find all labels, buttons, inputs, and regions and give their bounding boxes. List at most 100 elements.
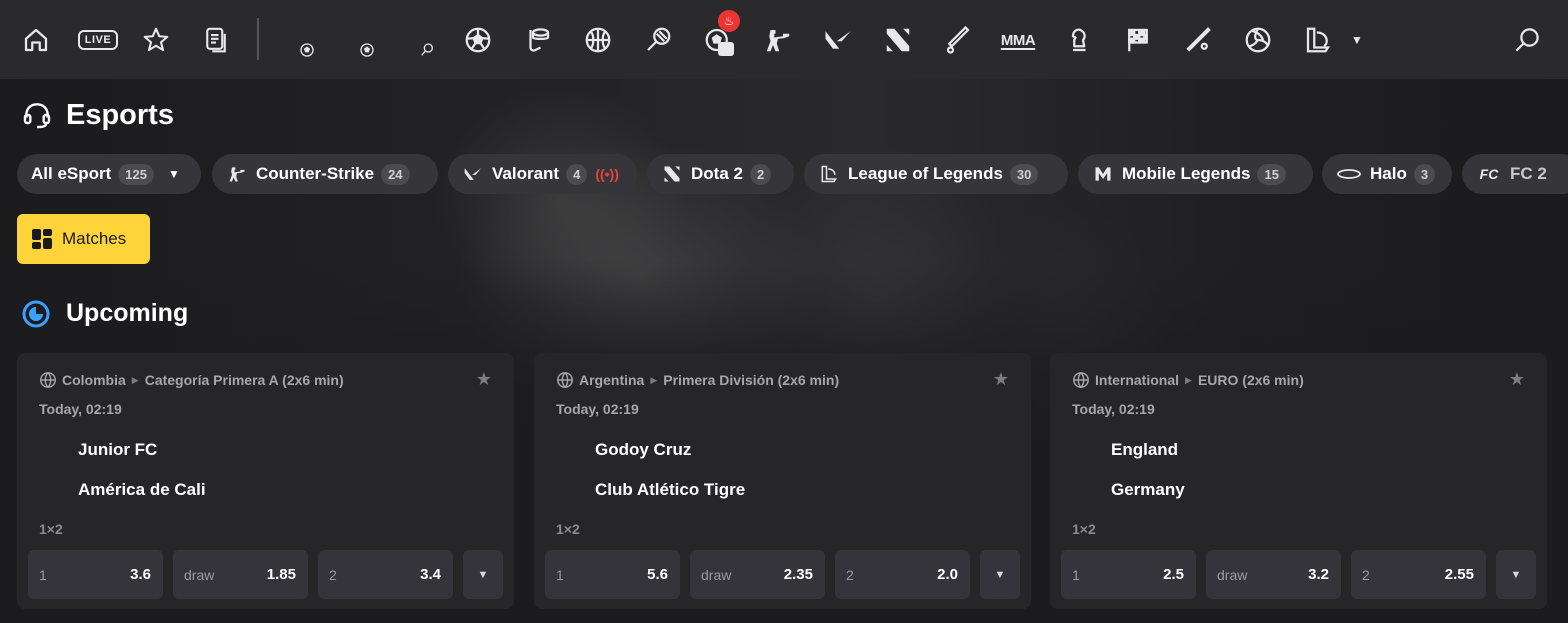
- nav-divider: [257, 18, 259, 60]
- live-label: LIVE: [77, 30, 119, 50]
- mma-icon[interactable]: MMA: [998, 20, 1038, 60]
- fc-icon: FC: [1479, 166, 1499, 182]
- matches-button-label: Matches: [62, 229, 127, 248]
- filter-mobile-legends[interactable]: Mobile Legends 15: [1078, 154, 1313, 194]
- odd-value: 3.2: [1308, 566, 1329, 583]
- odd-button-away[interactable]: 2 2.55: [1351, 550, 1486, 599]
- volleyball-icon[interactable]: [1240, 20, 1276, 60]
- baseball-icon[interactable]: [1180, 20, 1216, 60]
- odd-button-home[interactable]: 1 5.6: [545, 550, 680, 599]
- filter-fc[interactable]: FC FC 2: [1462, 154, 1568, 194]
- team-home: Godoy Cruz: [595, 440, 692, 459]
- chess-icon[interactable]: [1060, 20, 1096, 60]
- filter-count: 3: [1413, 163, 1436, 185]
- filter-dota2[interactable]: Dota 2 2: [647, 154, 794, 194]
- match-league: Colombia ▶ Categoría Primera A (2x6 min): [39, 371, 344, 389]
- basketball-icon[interactable]: [580, 20, 616, 60]
- odd-value: 2.0: [937, 566, 958, 583]
- live-icon[interactable]: LIVE: [77, 20, 119, 60]
- soccer-icon[interactable]: [460, 20, 496, 60]
- matches-button[interactable]: Matches: [17, 214, 150, 264]
- filter-count: 125: [118, 163, 154, 185]
- odd-button-draw[interactable]: draw 3.2: [1206, 550, 1341, 599]
- search-icon[interactable]: [1507, 20, 1547, 60]
- soccer-small-icon[interactable]: [289, 30, 325, 70]
- odd-button-away[interactable]: 2 2.0: [835, 550, 970, 599]
- team-home: England: [1111, 440, 1179, 459]
- more-markets-chevron-icon[interactable]: ▼: [1496, 550, 1536, 599]
- headset-icon: [20, 99, 54, 131]
- match-league: Argentina ▶ Primera División (2x6 min): [556, 371, 839, 389]
- odd-label: draw: [184, 566, 215, 583]
- upcoming-clock-icon: [22, 300, 50, 328]
- odd-button-away[interactable]: 2 3.4: [318, 550, 453, 599]
- odd-button-draw[interactable]: draw 1.85: [173, 550, 308, 599]
- match-time: Today, 02:19: [39, 401, 122, 417]
- filter-count: 30: [1009, 163, 1039, 185]
- betslip-icon[interactable]: [198, 20, 234, 60]
- team-away: Club Atlético Tigre: [595, 480, 746, 499]
- odd-label: 2: [329, 566, 337, 583]
- filter-all-esport[interactable]: All eSport 125 ▼: [17, 154, 201, 194]
- tennis-small-icon[interactable]: [409, 30, 445, 70]
- counter-strike-icon[interactable]: [760, 20, 796, 60]
- cricket-icon[interactable]: [940, 20, 976, 60]
- odd-label: 2: [1362, 566, 1370, 583]
- filter-count: 24: [381, 163, 410, 185]
- odd-label: draw: [1217, 566, 1248, 583]
- match-card[interactable]: Colombia ▶ Categoría Primera A (2x6 min)…: [17, 353, 514, 609]
- match-card[interactable]: Argentina ▶ Primera División (2x6 min) ★…: [534, 353, 1031, 609]
- star-icon[interactable]: [138, 20, 174, 60]
- market-label: 1×2: [1072, 521, 1096, 537]
- counter-strike-icon: [226, 163, 248, 185]
- filter-label: Halo: [1370, 164, 1407, 183]
- hockey-icon[interactable]: [520, 20, 556, 60]
- match-league-name: EURO (2x6 min): [1197, 372, 1304, 388]
- odd-label: 1: [39, 566, 47, 583]
- odd-value: 5.6: [647, 566, 668, 583]
- favorite-star-icon[interactable]: ★: [993, 369, 1009, 390]
- more-markets-chevron-icon[interactable]: ▼: [980, 550, 1020, 599]
- odd-value: 2.35: [783, 566, 813, 583]
- mma-label: MMA: [1000, 31, 1036, 49]
- odd-label: 2: [846, 566, 854, 583]
- chevron-down-icon[interactable]: ▼: [1342, 20, 1372, 60]
- favorite-star-icon[interactable]: ★: [1509, 369, 1525, 390]
- odd-value: 2.55: [1444, 566, 1474, 583]
- league-of-legends-icon: [818, 163, 840, 185]
- match-card[interactable]: International ▶ EURO (2x6 min) ★ Today, …: [1050, 353, 1547, 609]
- esoccer-icon[interactable]: ♨: [700, 10, 740, 60]
- chevron-down-icon[interactable]: ▼: [168, 167, 180, 181]
- filter-count: 2: [749, 163, 772, 185]
- racing-flag-icon[interactable]: [1120, 20, 1156, 60]
- globe-icon: [557, 372, 573, 389]
- home-icon[interactable]: [18, 20, 54, 60]
- team-away: Germany: [1111, 480, 1185, 499]
- odd-button-home[interactable]: 1 2.5: [1061, 550, 1196, 599]
- filter-label: All eSport: [31, 164, 112, 183]
- live-broadcast-icon: ((•)): [595, 166, 619, 182]
- separator-icon: ▶: [131, 374, 139, 385]
- valorant-icon[interactable]: [820, 20, 856, 60]
- odd-label: 1: [556, 566, 564, 583]
- filter-counter-strike[interactable]: Counter-Strike 24: [212, 154, 438, 194]
- tennis-icon[interactable]: [640, 20, 676, 60]
- favorite-star-icon[interactable]: ★: [476, 369, 492, 390]
- dota2-icon[interactable]: [880, 20, 916, 60]
- more-markets-chevron-icon[interactable]: ▼: [463, 550, 503, 599]
- filter-league-of-legends[interactable]: League of Legends 30: [804, 154, 1068, 194]
- odd-button-draw[interactable]: draw 2.35: [690, 550, 825, 599]
- filter-halo[interactable]: Halo 3: [1322, 154, 1452, 194]
- soccer-small-icon[interactable]: [349, 30, 385, 70]
- odd-button-home[interactable]: 1 3.6: [28, 550, 163, 599]
- mobile-legends-icon: [1092, 163, 1114, 185]
- league-of-legends-icon[interactable]: [1300, 20, 1336, 60]
- dota2-icon: [661, 163, 683, 185]
- match-time: Today, 02:19: [1072, 401, 1155, 417]
- filter-label: Counter-Strike: [256, 164, 375, 183]
- separator-icon: ▶: [650, 374, 658, 385]
- main-content: Esports All eSport 125 ▼ Counter-Strike …: [0, 79, 1568, 623]
- match-country: Argentina: [579, 372, 645, 388]
- odd-value: 2.5: [1163, 566, 1184, 583]
- filter-valorant[interactable]: Valorant 4 ((•)): [448, 154, 637, 194]
